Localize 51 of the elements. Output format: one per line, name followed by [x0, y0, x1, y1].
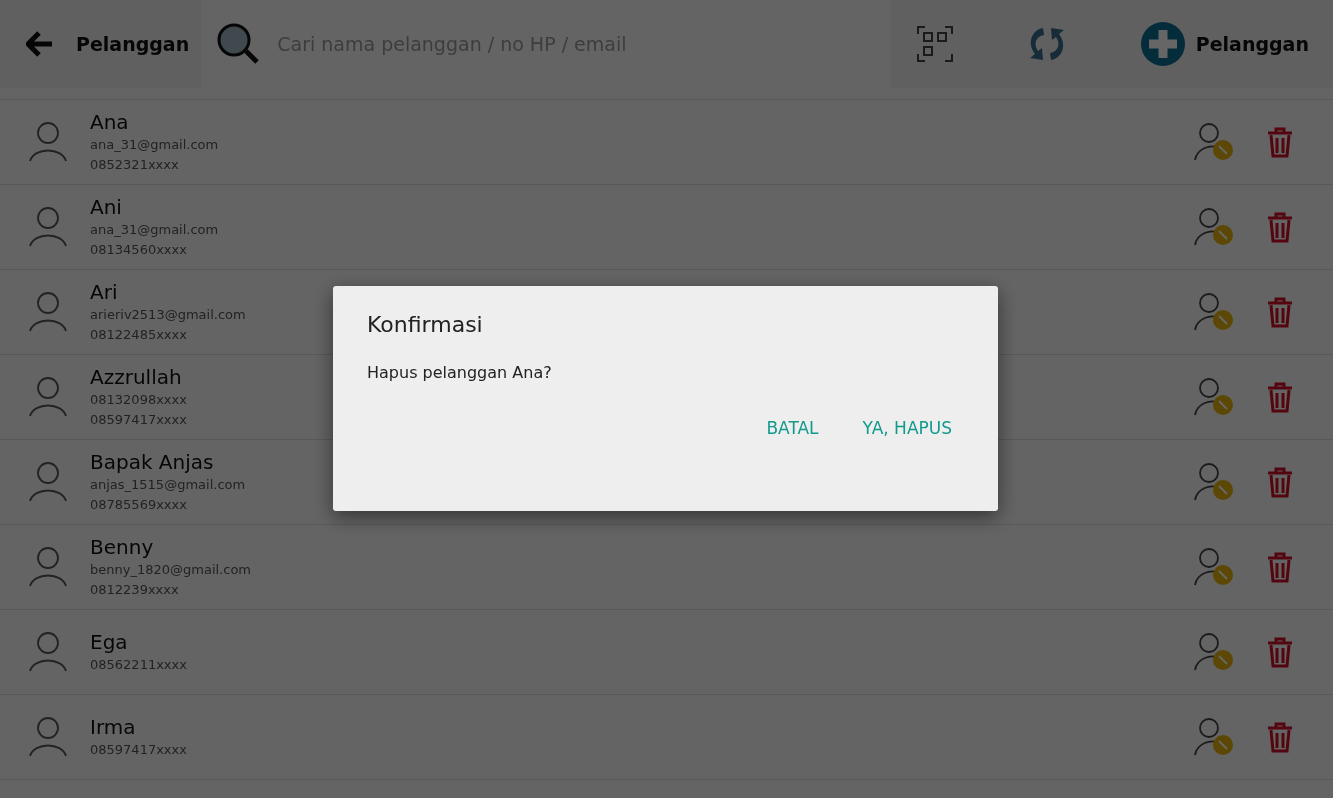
- customer-detail: 08785569xxxx: [90, 495, 187, 514]
- person-icon: [28, 631, 68, 673]
- customer-name: Benny: [90, 534, 154, 560]
- customer-row[interactable]: Ani ana_31@gmail.com 08134560xxxx: [0, 185, 1333, 270]
- customer-name: Ega: [90, 629, 128, 655]
- customer-detail: 08562211xxxx: [90, 655, 187, 674]
- customer-name: Ana: [90, 109, 129, 135]
- person-icon: [28, 206, 68, 248]
- dialog-button[interactable]: BATAL: [754, 412, 831, 444]
- person-icon: [28, 546, 68, 588]
- dialog-message: Hapus pelanggan Ana?: [367, 363, 553, 382]
- customer-row[interactable]: Benny benny_1820@gmail.com 0812239xxxx: [0, 525, 1333, 610]
- customer-detail: arieriv2513@gmail.com: [90, 305, 246, 324]
- dialog-button[interactable]: YA, HAPUS: [850, 412, 964, 444]
- customer-detail: 0812239xxxx: [90, 580, 179, 599]
- customer-name: Ari: [90, 279, 118, 305]
- customer-detail: 08597417xxxx: [90, 740, 187, 759]
- scan-icon[interactable]: [915, 24, 955, 64]
- customer-detail: 0852321xxxx: [90, 155, 179, 174]
- trash-icon[interactable]: [1267, 636, 1293, 668]
- trash-icon[interactable]: [1267, 466, 1293, 498]
- customer-row[interactable]: Irma 08597417xxxx: [0, 695, 1333, 780]
- customer-detail: 08132098xxxx: [90, 390, 187, 409]
- plus-icon: [1139, 21, 1186, 67]
- customer-name: Irma: [90, 714, 136, 740]
- person-icon: [28, 461, 68, 503]
- person-icon: [28, 376, 68, 418]
- customer-name: Bapak Anjas: [90, 449, 214, 475]
- back-icon[interactable]: [26, 31, 54, 57]
- customer-detail: anjas_1515@gmail.com: [90, 475, 246, 494]
- customer-detail: 08134560xxxx: [90, 240, 187, 259]
- trash-icon[interactable]: [1267, 381, 1293, 413]
- trash-icon[interactable]: [1267, 126, 1293, 158]
- customer-name: Ani: [90, 194, 122, 220]
- person-icon: [28, 291, 68, 333]
- person-icon: [28, 121, 68, 163]
- customer-row[interactable]: Ega 08562211xxxx: [0, 610, 1333, 695]
- customer-detail: benny_1820@gmail.com: [90, 560, 251, 579]
- person-icon: [28, 716, 68, 758]
- trash-icon[interactable]: [1267, 551, 1293, 583]
- page-title: Pelanggan: [76, 33, 190, 55]
- customer-name: Azzrullah: [90, 364, 182, 390]
- trash-icon[interactable]: [1267, 721, 1293, 753]
- dialog-title: Konfirmasi: [367, 312, 484, 337]
- customer-detail: ana_31@gmail.com: [90, 135, 219, 154]
- trash-icon[interactable]: [1267, 296, 1293, 328]
- customer-row[interactable]: Ana ana_31@gmail.com 0852321xxxx: [0, 100, 1333, 185]
- trash-icon[interactable]: [1267, 211, 1293, 243]
- customer-detail: ana_31@gmail.com: [90, 220, 219, 239]
- customer-detail: 08597417xxxx: [90, 410, 187, 429]
- customer-detail: 08122485xxxx: [90, 325, 187, 344]
